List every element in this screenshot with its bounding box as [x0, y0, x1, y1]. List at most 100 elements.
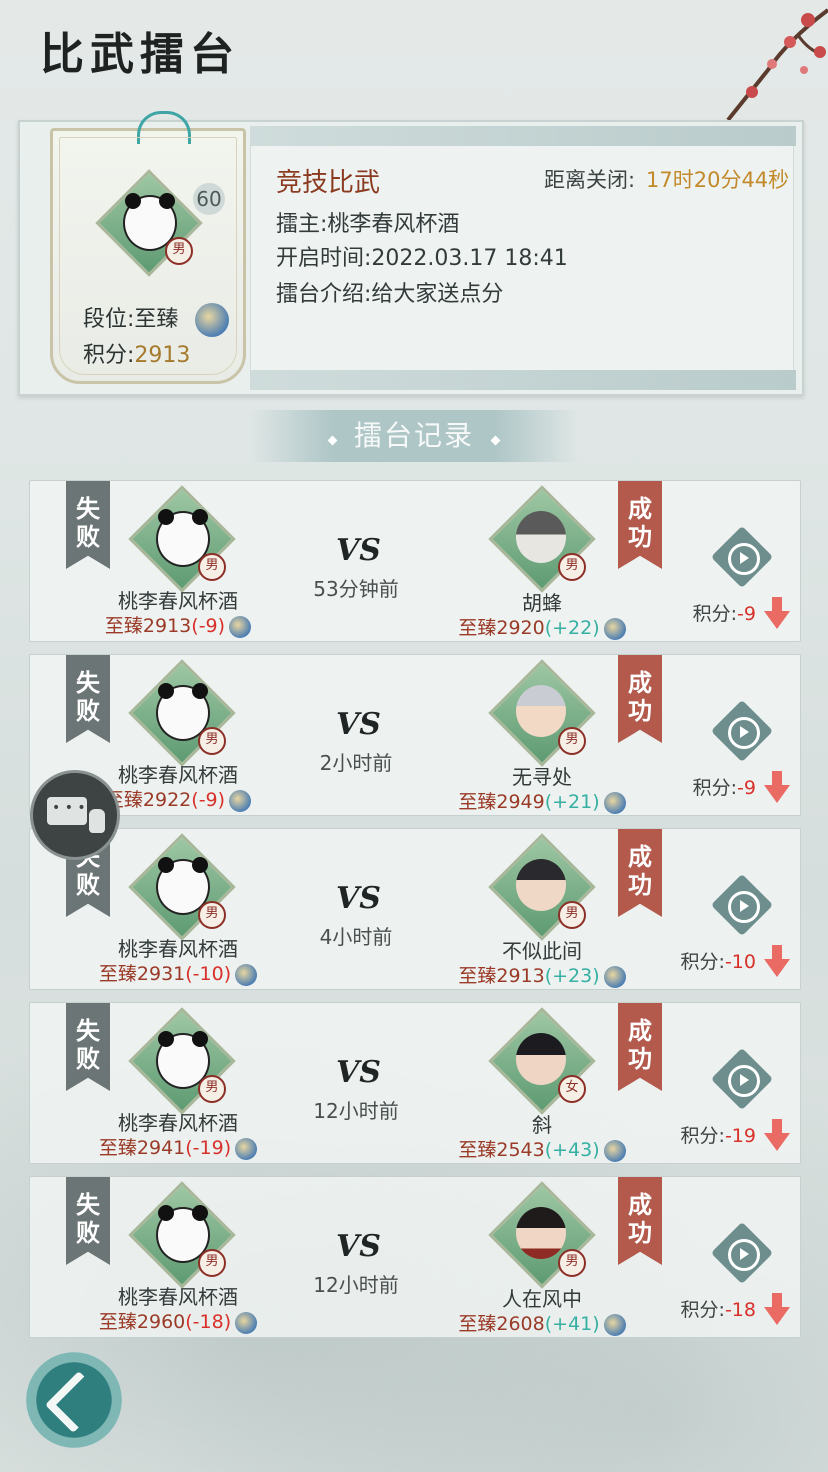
rank-medal-icon	[195, 303, 230, 337]
gender-badge: 男	[198, 1075, 226, 1103]
record-row[interactable]: 失败 男 桃李春风杯酒 至臻2922(-9) VS 2小时前 男 无寻处 至臻2…	[29, 654, 801, 816]
record-row[interactable]: 失败 男 桃李春风杯酒 至臻2931(-10) VS 4小时前 男 不似此间 至…	[29, 828, 801, 990]
down-arrow-icon	[764, 597, 790, 631]
right-player-avatar[interactable]: 男	[488, 833, 596, 941]
gender-badge: 男	[558, 1249, 586, 1277]
player-profile-tag[interactable]: 男 60 段位:至臻 积分:2913	[50, 111, 246, 384]
gender-badge: 男	[198, 727, 226, 755]
down-arrow-icon	[764, 771, 790, 805]
right-player-name: 人在风中	[502, 1287, 582, 1311]
right-player-rank: 至臻2608(+41)	[442, 1309, 642, 1336]
rank-medal-icon	[235, 963, 258, 986]
left-player-rank: 至臻2941(-19)	[78, 1133, 278, 1160]
right-player-avatar[interactable]: 女	[488, 1007, 596, 1115]
back-button[interactable]	[26, 1352, 122, 1448]
plum-blossom-decoration	[726, 8, 828, 122]
match-time: 53分钟前	[313, 577, 399, 601]
replay-button[interactable]	[710, 873, 774, 937]
silver-hair-portrait-icon	[516, 685, 566, 737]
rank-medal-icon	[229, 615, 252, 638]
points-change: 积分:-9	[692, 603, 756, 625]
left-player-avatar[interactable]: 男	[128, 833, 236, 941]
right-player-avatar[interactable]: 男	[488, 659, 596, 767]
score-value: 2913	[134, 343, 191, 368]
rank-medal-icon	[229, 789, 252, 812]
record-row[interactable]: 失败 男 桃李春风杯酒 至臻2913(-9) VS 53分钟前 男 胡蜂 至臻2…	[29, 480, 801, 642]
level-badge: 60	[193, 183, 225, 215]
gender-badge: 男	[558, 727, 586, 755]
left-player-name: 桃李春风杯酒	[118, 1285, 238, 1309]
rank-medal-icon	[235, 1311, 258, 1334]
arena-name: 竞技比武	[276, 168, 381, 198]
replay-button[interactable]	[710, 1047, 774, 1111]
vs-label: VS	[336, 707, 381, 742]
gender-badge: 男	[558, 901, 586, 929]
left-player-rank: 至臻2931(-10)	[78, 959, 278, 986]
record-row[interactable]: 失败 男 桃李春风杯酒 至臻2960(-18) VS 12小时前 男 人在风中 …	[29, 1176, 801, 1338]
right-player-name: 胡蜂	[522, 591, 562, 615]
info-card-band-top	[250, 126, 796, 146]
player-score: 积分:2913	[83, 337, 190, 369]
vs-label: VS	[336, 1229, 381, 1264]
lose-ribbon: 失败	[66, 655, 110, 743]
rank-medal-icon	[603, 1139, 626, 1162]
match-time: 2小时前	[319, 751, 393, 775]
replay-icon	[728, 717, 760, 749]
record-row[interactable]: 失败 男 桃李春风杯酒 至臻2941(-19) VS 12小时前 女 斜 至臻2…	[29, 1002, 801, 1164]
replay-icon	[728, 1065, 760, 1097]
right-player-rank: 至臻2949(+21)	[442, 787, 642, 814]
player-rank: 段位:至臻	[83, 301, 230, 337]
score-label: 积分:	[83, 343, 135, 368]
diamond-icon	[327, 435, 338, 446]
left-player-rank: 至臻2960(-18)	[78, 1307, 278, 1334]
left-player-avatar[interactable]: 男	[128, 659, 236, 767]
female-portrait-icon	[516, 1033, 566, 1085]
vs-label: VS	[336, 881, 381, 916]
right-player-rank: 至臻2543(+43)	[442, 1135, 642, 1162]
match-time: 12小时前	[313, 1099, 399, 1123]
wine-jar-icon	[89, 809, 105, 833]
points-change: 积分:-18	[680, 1299, 756, 1321]
vs-label: VS	[336, 533, 381, 568]
right-player-rank: 至臻2920(+22)	[442, 613, 642, 640]
lose-ribbon: 失败	[66, 481, 110, 569]
vs-label: VS	[336, 1055, 381, 1090]
rank-medal-icon	[603, 617, 626, 640]
lose-ribbon: 失败	[66, 1003, 110, 1091]
gender-badge: 男	[198, 1249, 226, 1277]
right-player-avatar[interactable]: 男	[488, 1181, 596, 1289]
left-player-avatar[interactable]: 男	[128, 1007, 236, 1115]
left-player-avatar[interactable]: 男	[128, 485, 236, 593]
left-player-avatar[interactable]: 男	[128, 1181, 236, 1289]
down-arrow-icon	[764, 1293, 790, 1327]
rank-medal-icon	[235, 1137, 258, 1160]
replay-button[interactable]	[710, 525, 774, 589]
section-title: 擂台记录	[353, 419, 474, 452]
arena-info-card: 男 60 段位:至臻 积分:2913 竞技比武 距离关闭: 17时20分44秒 …	[18, 111, 804, 396]
close-countdown-time: 17时20分44秒	[646, 168, 790, 192]
replay-button[interactable]	[710, 1221, 774, 1285]
right-player-avatar[interactable]: 男	[488, 485, 596, 593]
win-ribbon: 成功	[618, 481, 662, 569]
win-ribbon: 成功	[618, 829, 662, 917]
match-time: 4小时前	[319, 925, 393, 949]
chat-button[interactable]	[30, 770, 120, 860]
down-arrow-icon	[764, 945, 790, 979]
gender-badge: 男	[558, 553, 586, 581]
arena-host: 擂主:桃李春风杯酒	[276, 212, 460, 237]
win-ribbon: 成功	[618, 1177, 662, 1265]
rank-medal-icon	[603, 965, 626, 988]
lose-ribbon: 失败	[66, 1177, 110, 1265]
dark-hair-portrait-icon	[516, 859, 566, 911]
points-change: 积分:-19	[680, 1125, 756, 1147]
win-ribbon: 成功	[618, 1003, 662, 1091]
gender-badge: 男	[198, 901, 226, 929]
rank-medal-icon	[603, 791, 626, 814]
gender-badge: 男	[165, 237, 193, 265]
points-change: 积分:-9	[692, 777, 756, 799]
win-ribbon: 成功	[618, 655, 662, 743]
left-player-name: 桃李春风杯酒	[118, 589, 238, 613]
rank-medal-icon	[603, 1313, 626, 1336]
replay-button[interactable]	[710, 699, 774, 763]
replay-icon	[728, 543, 760, 575]
